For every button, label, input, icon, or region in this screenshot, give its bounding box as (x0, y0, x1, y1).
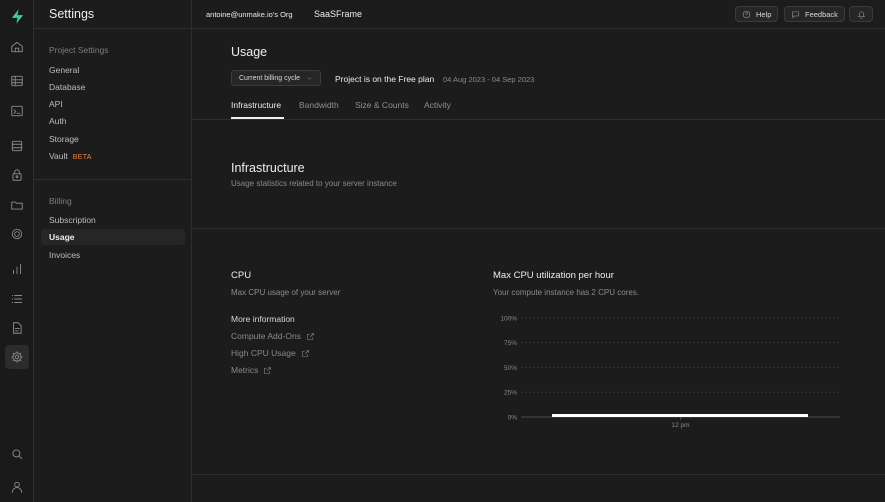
app: Settings Project Settings General Databa… (0, 0, 885, 502)
x-tick-label: 12 pm (671, 422, 689, 429)
sidebar-divider (34, 179, 192, 180)
icon-rail (0, 0, 34, 502)
beta-badge: BETA (72, 154, 92, 161)
chevron-down-icon (307, 76, 312, 80)
y-tick-label: 100% (500, 315, 517, 322)
tab-bandwidth[interactable]: Bandwidth (299, 100, 339, 110)
more-information-heading: More information (231, 314, 295, 324)
sidebar-title: Settings (49, 7, 95, 21)
help-icon (742, 10, 751, 18)
sidebar-item-api[interactable]: API (49, 99, 63, 109)
cpu-title: CPU (231, 270, 252, 281)
sidebar-item-storage[interactable]: Storage (49, 134, 79, 144)
sidebar-item-general[interactable]: General (49, 65, 79, 75)
date-range: 04 Aug 2023 - 04 Sep 2023 (443, 75, 535, 84)
tab-size-counts[interactable]: Size & Counts (355, 100, 409, 110)
top-bar: antoine@unmake.io's Org SaaSFrame Help F… (192, 0, 885, 29)
logs-icon[interactable] (5, 287, 29, 311)
tabs-divider (192, 119, 885, 120)
section-title: Infrastructure (231, 161, 305, 175)
storage-icon[interactable] (5, 193, 29, 217)
sql-editor-icon[interactable] (5, 99, 29, 123)
external-link-icon (264, 366, 272, 374)
help-button[interactable]: Help (735, 6, 779, 22)
chart-title: Max CPU utilization per hour (493, 270, 614, 281)
sidebar-item-subscription[interactable]: Subscription (49, 215, 96, 225)
help-label: Help (756, 9, 772, 19)
y-tick-label: 25% (504, 390, 517, 397)
cpu-utilization-chart: 100% 75% 50% 25% 0% 12 pm (500, 315, 840, 429)
auth-icon[interactable] (5, 163, 29, 187)
search-icon[interactable] (5, 442, 29, 466)
edge-functions-icon[interactable] (5, 222, 29, 246)
settings-sidebar: Settings Project Settings General Databa… (34, 0, 192, 502)
api-docs-icon[interactable] (5, 316, 29, 340)
section-description: Usage statistics related to your server … (231, 179, 397, 188)
project-breadcrumb[interactable]: SaaSFrame (314, 9, 362, 19)
main-content: Usage Current billing cycle Project is o… (192, 29, 885, 502)
user-icon[interactable] (5, 475, 29, 499)
bell-icon (857, 11, 865, 19)
y-tick-label: 75% (504, 340, 517, 347)
external-link-icon (307, 332, 314, 340)
project-settings-heading: Project Settings (49, 45, 109, 55)
billing-cycle-value: Current billing cycle (239, 74, 301, 82)
sidebar-item-invoices[interactable]: Invoices (49, 250, 80, 260)
billing-cycle-select[interactable]: Current billing cycle (231, 70, 322, 86)
y-tick-label: 50% (504, 365, 517, 372)
sidebar-item-usage[interactable]: Usage (41, 229, 185, 245)
chart-description: Your compute instance has 2 CPU cores. (493, 288, 640, 297)
cpu-description: Max CPU usage of your server (231, 288, 341, 297)
feedback-label: Feedback (805, 9, 838, 19)
page-title: Usage (231, 45, 268, 59)
section-divider (192, 228, 885, 229)
database-icon[interactable] (5, 134, 29, 158)
tab-activity[interactable]: Activity (424, 100, 451, 110)
tab-infrastructure[interactable]: Infrastructure (231, 100, 281, 110)
compute-addons-link[interactable]: Compute Add-Ons (231, 331, 315, 341)
bottom-divider (192, 474, 885, 475)
link-label: Metrics (231, 365, 259, 375)
sidebar-item-label: Vault (49, 151, 68, 161)
link-label: Compute Add-Ons (231, 331, 301, 341)
reports-icon[interactable] (5, 257, 29, 281)
high-cpu-usage-link[interactable]: High CPU Usage (231, 348, 310, 358)
table-editor-icon[interactable] (5, 69, 29, 93)
external-link-icon (301, 349, 309, 357)
logo-icon[interactable] (5, 4, 29, 28)
plan-text: Project is on the Free plan (335, 74, 435, 84)
feedback-button[interactable]: Feedback (784, 6, 845, 22)
org-breadcrumb[interactable]: antoine@unmake.io's Org (206, 10, 293, 19)
notifications-button[interactable] (849, 6, 873, 22)
sidebar-item-vault[interactable]: Vault BETA (49, 151, 92, 161)
link-label: High CPU Usage (231, 348, 296, 358)
sidebar-item-database[interactable]: Database (49, 82, 85, 92)
home-icon[interactable] (5, 35, 29, 59)
feedback-icon (792, 11, 799, 18)
settings-icon[interactable] (5, 345, 29, 369)
sidebar-title-divider (34, 28, 192, 29)
metrics-link[interactable]: Metrics (231, 365, 272, 375)
y-tick-label: 0% (508, 414, 518, 421)
sidebar-item-auth[interactable]: Auth (49, 116, 67, 126)
billing-heading: Billing (49, 196, 72, 206)
